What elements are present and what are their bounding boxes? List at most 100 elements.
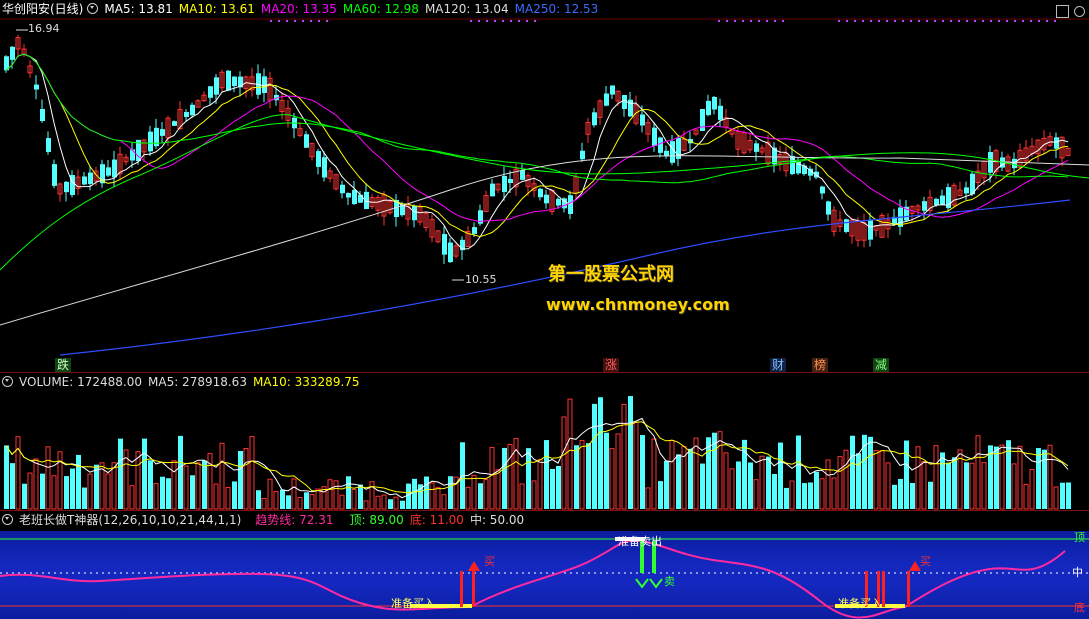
top-marker: [294, 20, 296, 22]
signal-prepare-buy-1: 准备买入: [391, 597, 435, 610]
volume-bar: [82, 487, 87, 509]
candle-body: [352, 190, 357, 204]
volume-bar: [183, 465, 189, 510]
volume-panel[interactable]: VOLUME: 172488.00 MA5: 278918.63 MA10: 333…: [0, 372, 1089, 511]
candle-body: [184, 112, 189, 117]
volume-bar: [412, 478, 417, 509]
candle-body: [1054, 137, 1059, 149]
candle-body: [358, 194, 363, 203]
volume-bar: [1017, 445, 1023, 510]
ma10-label: MA10: 13.61: [178, 2, 255, 16]
volume-bar: [76, 454, 81, 509]
volume-bar: [57, 451, 63, 510]
volume-header: VOLUME: 172488.00 MA5: 278918.63 MA10: 333…: [0, 373, 366, 391]
candle-body: [442, 234, 447, 255]
price-chart-svg[interactable]: [0, 0, 1089, 372]
top-marker: [726, 20, 728, 22]
top-marker: [870, 20, 872, 22]
volume-bar: [64, 476, 69, 509]
volume-bar: [531, 480, 537, 510]
volume-bar: [586, 443, 591, 509]
top-marker: [286, 20, 288, 22]
volume-bar: [166, 478, 171, 509]
buy-mark-1: 买: [484, 555, 495, 568]
volume-bar: [351, 489, 357, 510]
volume-bar: [837, 456, 843, 510]
volume-bar: [232, 481, 237, 509]
volume-bar: [225, 486, 231, 510]
volume-bar: [915, 446, 921, 510]
event-badge-reduce[interactable]: 减: [873, 358, 890, 372]
candle-body: [844, 219, 849, 232]
candle-body: [1012, 158, 1017, 169]
volume-bar: [868, 436, 873, 509]
top-marker: [1038, 20, 1040, 22]
event-badge-finance[interactable]: 财: [770, 358, 787, 372]
candle-body: [568, 195, 573, 214]
candle-body: [490, 183, 495, 197]
candle-body: [652, 127, 657, 146]
volume-bar: [369, 481, 375, 510]
buy-arrow-shaft: [882, 571, 885, 607]
volume-bar: [291, 478, 297, 510]
volume-bar: [256, 490, 261, 509]
dropdown-icon[interactable]: [87, 3, 99, 14]
volume-bar: [27, 472, 33, 510]
event-badge-list[interactable]: 榜: [812, 358, 829, 372]
volume-bar: [273, 490, 279, 510]
volume-bar: [952, 457, 957, 509]
candle-body: [604, 93, 609, 106]
top-marker: [974, 20, 976, 22]
price-header: 华创阳安(日线) MA5: 13.81 MA10: 13.61 MA20: 13.35…: [0, 0, 604, 18]
indicator-panel[interactable]: 老班长做T神器(12,26,10,10,21,44,1,1) 趋势线: 72.31…: [0, 510, 1089, 619]
volume-bar: [202, 460, 207, 509]
candle-body: [868, 219, 873, 240]
volume-bar: [628, 396, 633, 509]
volume-bar: [87, 473, 93, 510]
price-chart-panel[interactable]: 华创阳安(日线) MA5: 13.81 MA10: 13.61 MA20: 13.35…: [0, 0, 1089, 372]
candle-body: [214, 77, 219, 95]
indicator-header: 老班长做T神器(12,26,10,10,21,44,1,1) 趋势线: 72.31…: [0, 511, 530, 529]
maximize-icon[interactable]: [1056, 5, 1069, 18]
top-marker: [926, 20, 928, 22]
volume-bar: [921, 461, 927, 510]
top-marker: [526, 20, 528, 22]
volume-bar: [502, 447, 507, 509]
volume-bar: [1060, 482, 1065, 509]
candle-body: [346, 193, 351, 198]
volume-bar: [297, 497, 303, 510]
dropdown-icon[interactable]: [2, 514, 13, 525]
event-badge-fall[interactable]: 跌: [55, 358, 72, 372]
ma60-trend: [0, 114, 1089, 271]
volume-bar: [435, 487, 441, 510]
volume-bar: [160, 476, 165, 509]
candle-body: [754, 143, 759, 152]
event-badge-rise[interactable]: 涨: [603, 358, 620, 372]
volume-bar: [178, 435, 183, 509]
candle-body: [304, 134, 309, 148]
top-marker: [734, 20, 736, 22]
signal-prepare-sell: 准备卖出: [618, 535, 662, 548]
volume-bar: [550, 468, 555, 509]
indicator-name: 老班长做T神器(12,26,10,10,21,44,1,1): [19, 513, 242, 527]
top-marker: [950, 20, 952, 22]
top-marker: [990, 20, 992, 22]
volume-bar: [489, 446, 495, 510]
volume-bar: [238, 451, 243, 509]
top-marker: [534, 20, 536, 22]
candle-body: [934, 198, 939, 206]
candle-body: [520, 170, 525, 180]
volume-bar: [105, 473, 111, 510]
volume-bar: [999, 444, 1005, 510]
top-marker: [1030, 20, 1032, 22]
top-marker: [766, 20, 768, 22]
volume-bar: [45, 446, 51, 510]
volume-chart-svg[interactable]: [0, 373, 1089, 511]
buy-mark-2: 买: [920, 555, 931, 568]
top-marker: [910, 20, 912, 22]
ma250-label: MA250: 12.53: [514, 2, 599, 16]
dropdown-icon[interactable]: [2, 376, 13, 387]
settings-icon[interactable]: [1074, 6, 1085, 17]
volume-bar: [280, 489, 285, 509]
candle-body: [64, 181, 69, 193]
